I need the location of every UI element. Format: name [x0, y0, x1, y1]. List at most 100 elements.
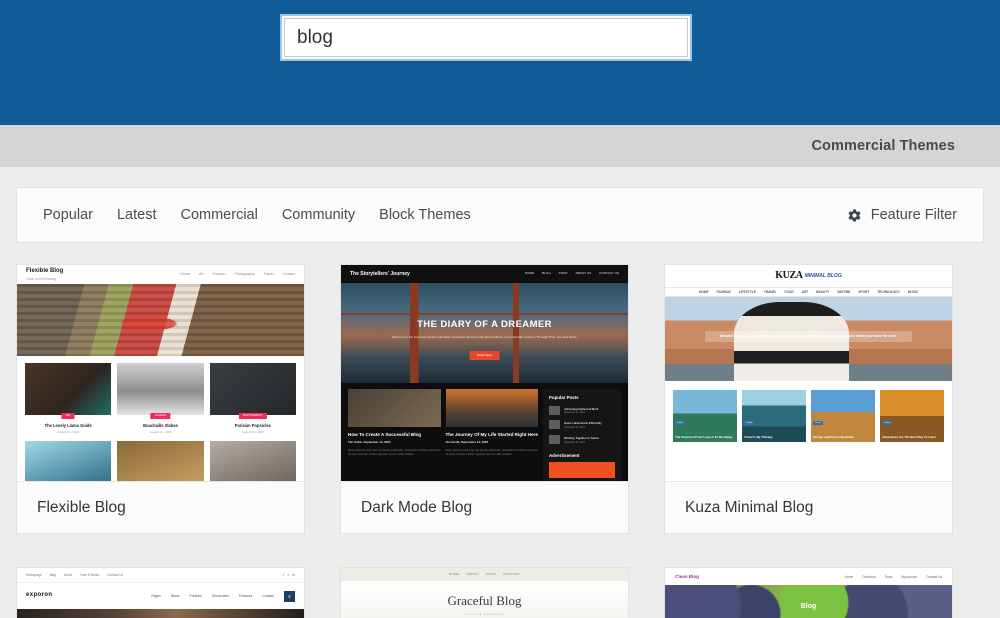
nav-item: MUSIC — [907, 290, 919, 294]
preview-post: How To Create A Successful Blog Tim Smit… — [348, 389, 441, 481]
post-excerpt: Etiam placerat velit vitae dui blandit s… — [445, 448, 538, 456]
preview-header: Clean Blog Home Checkout Team MyAccount … — [665, 568, 952, 585]
preview-logo: exporon — [26, 592, 53, 599]
post-thumb — [549, 420, 560, 430]
nav-item: How It Works — [80, 573, 100, 577]
theme-grid-row-1: Flexible Blog Clean and Interesting Home… — [16, 264, 984, 534]
nav-item: Contact — [282, 272, 295, 277]
theme-card[interactable]: The Storytellers' Journey HOME BLOG SHOP… — [340, 264, 629, 534]
preview-nav: HOME ABOUT SHOP CONTACT — [341, 568, 628, 581]
tab-block-themes[interactable]: Block Themes — [379, 207, 471, 223]
post-thumb — [445, 389, 538, 427]
theme-card-footer: Kuza Minimal Blog — [665, 482, 952, 533]
post-thumb — [549, 405, 560, 415]
post-badge: FASHION — [150, 412, 171, 419]
theme-grid-row-2: Homepage Blog About How It Works Contact… — [16, 567, 984, 618]
preview-logo: KUZA MINIMAL BLOG — [665, 265, 952, 287]
tab-popular[interactable]: Popular — [43, 207, 93, 223]
nav-item: ART — [801, 290, 809, 294]
logo-sub: MINIMAL BLOG — [804, 272, 842, 279]
linkedin-icon: in — [292, 573, 295, 577]
nav-item: HOME — [524, 271, 535, 276]
theme-card[interactable]: HOME ABOUT SHOP CONTACT Graceful Blog en… — [340, 567, 629, 618]
nav-item: SHOP — [485, 571, 496, 576]
theme-screenshot[interactable]: The Storytellers' Journey HOME BLOG SHOP… — [341, 265, 628, 482]
theme-screenshot[interactable]: Homepage Blog About How It Works Contact… — [17, 568, 304, 618]
theme-search-inner — [284, 18, 688, 57]
ad-heading: Advertisement — [549, 452, 580, 458]
search-icon: ⚲ — [284, 590, 295, 602]
post-date: September 13, 2023 — [564, 427, 585, 430]
post-title: The Journey Of My Life Started Right Her… — [445, 432, 538, 437]
theme-screenshot[interactable]: HOME ABOUT SHOP CONTACT Graceful Blog en… — [341, 568, 628, 618]
nav-item: Home — [844, 574, 854, 579]
preview-header: exporon Pages News Portfolio Shortcodes … — [17, 583, 304, 609]
site-masthead — [0, 0, 1000, 125]
preview-logo: The Storytellers' Journey — [350, 270, 410, 277]
tab-latest[interactable]: Latest — [117, 207, 157, 223]
card-tag: Travel — [813, 421, 823, 425]
card-caption: Travel Is My Therapy. — [744, 435, 774, 440]
theme-title[interactable]: Dark Mode Blog — [361, 499, 472, 517]
page-body: Popular Latest Commercial Community Bloc… — [0, 187, 1000, 618]
nav-item: Features — [238, 593, 253, 598]
theme-title[interactable]: Flexible Blog — [37, 499, 126, 517]
nav-item: Travel — [263, 272, 274, 277]
preview-card: Travel Adventures Are The Best Way To Le… — [880, 390, 944, 442]
nav-item: ABOUT — [466, 571, 479, 576]
nav-item: Homepage — [26, 573, 42, 577]
theme-screenshot[interactable]: KUZA MINIMAL BLOG HOME FASHION LIFESTYLE… — [665, 265, 952, 482]
preview-tagline: Clean and Interesting — [26, 276, 57, 281]
preview-hero: Blog — [665, 585, 952, 618]
preview-body: Graceful Blog entirely beautiful — [341, 581, 628, 618]
nav-item: NATURE — [837, 290, 851, 294]
nav-item: TRAVEL — [763, 290, 777, 294]
post-thumb — [25, 440, 112, 481]
preview-main: How To Create A Successful Blog Tim Smit… — [341, 383, 628, 481]
theme-card[interactable]: Flexible Blog Clean and Interesting Home… — [16, 264, 305, 534]
theme-screenshot[interactable]: Clean Blog Home Checkout Team MyAccount … — [665, 568, 952, 618]
post-title: Parisian Popsicles — [234, 423, 271, 428]
preview-card: Travel Travel Is My Therapy. — [742, 390, 806, 442]
preview-card-row: Travel The Purpose Of Our Lives Is To Be… — [665, 381, 952, 442]
preview-post: PHOTOGRAPHY Parisian Popsicles August 21… — [209, 363, 296, 435]
nav-item: BEAUTY — [816, 290, 830, 294]
nav-item: Team — [884, 574, 893, 579]
graceful-blog-preview: HOME ABOUT SHOP CONTACT Graceful Blog en… — [341, 568, 628, 618]
hero-quote: Breathe. Let go. And remind yourself tha… — [705, 330, 912, 342]
hero-title: THE DIARY OF A DREAMER — [417, 319, 552, 330]
post-thumb — [348, 389, 441, 427]
feature-filter-button[interactable]: Feature Filter — [847, 207, 959, 223]
nav-item: About — [63, 573, 73, 577]
nav-item: Pages — [151, 593, 161, 598]
tab-community[interactable]: Community — [282, 207, 355, 223]
post-thumb — [117, 440, 204, 481]
nav-item: Photography — [234, 272, 255, 277]
post-date: September 14, 2023 — [564, 412, 585, 415]
tab-commercial[interactable]: Commercial — [180, 207, 257, 223]
theme-card[interactable]: Homepage Blog About How It Works Contact… — [16, 567, 305, 618]
theme-screenshot[interactable]: Flexible Blog Clean and Interesting Home… — [17, 265, 304, 482]
theme-card[interactable]: KUZA MINIMAL BLOG HOME FASHION LIFESTYLE… — [664, 264, 953, 534]
post-badge: ART — [61, 412, 75, 419]
nav-item: Shortcodes — [211, 593, 229, 598]
logo-main: KUZA — [775, 269, 803, 281]
nav-item: SPORT — [858, 290, 870, 294]
nav-item: LIFESTYLE — [738, 290, 756, 294]
theme-card[interactable]: Clean Blog Home Checkout Team MyAccount … — [664, 567, 953, 618]
hero-title: Blog — [800, 603, 817, 611]
post-title: The Lovely Llama Guide — [44, 423, 92, 428]
nav-item: Blog — [49, 573, 56, 577]
post-thumb: ART — [25, 363, 112, 419]
post-thumb: FASHION — [117, 363, 204, 419]
theme-title[interactable]: Kuza Minimal Blog — [685, 499, 813, 517]
search-input[interactable] — [285, 19, 687, 56]
card-caption: Orange Lighthouse My Dream — [813, 435, 855, 440]
preview-nav: Home Checkout Team MyAccount Contact Us — [845, 575, 942, 579]
preview-nav: HOME FASHION LIFESTYLE TRAVEL FOOD ART B… — [665, 287, 952, 297]
commercial-themes-link[interactable]: Commercial Themes — [811, 138, 955, 154]
nav-item: Contact Us — [107, 573, 124, 577]
post-date: August 21, 2023 — [57, 430, 80, 435]
kuza-minimal-blog-preview: KUZA MINIMAL BLOG HOME FASHION LIFESTYLE… — [665, 265, 952, 481]
preview-nav: HOME BLOG SHOP ABOUT US CONTACT US — [524, 271, 619, 276]
